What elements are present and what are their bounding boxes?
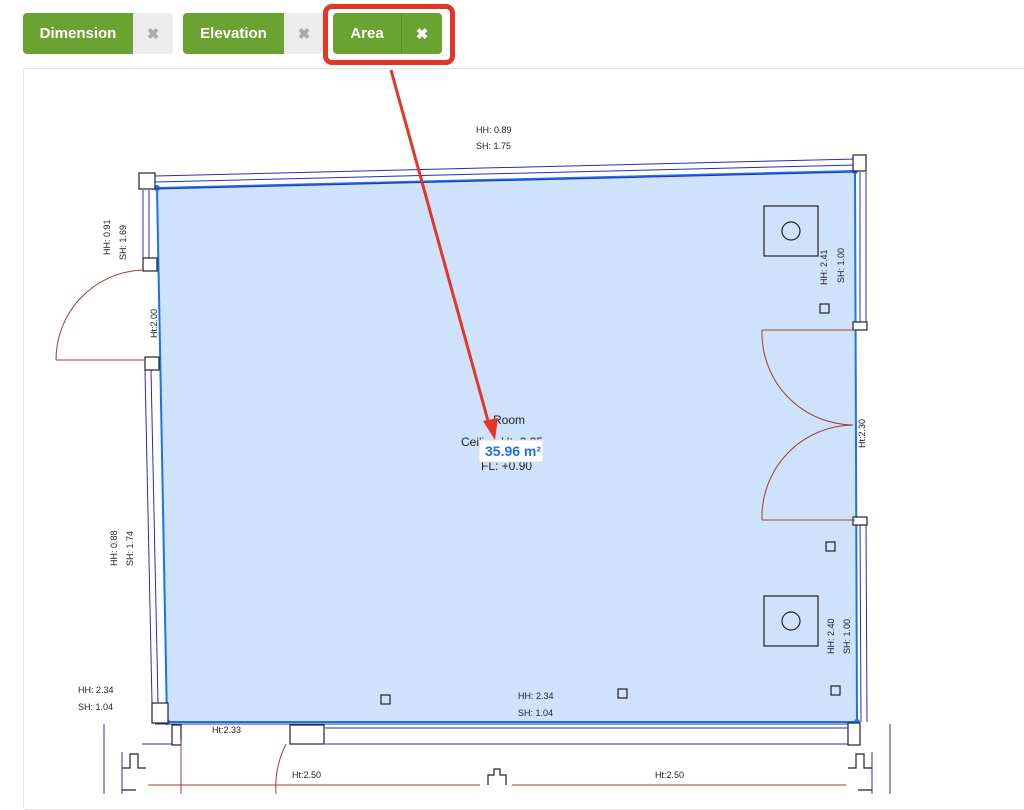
right-upper-window-hh-label: HH: 2.41 [819,249,829,285]
bottom-door-ht-label: Ht:2.33 [212,725,241,735]
bottom-window-hh-label: HH: 2.34 [518,691,554,701]
area-value-label: 35.96 m² [485,443,541,459]
left-door-ht-label: Ht:2.00 [149,309,159,338]
right-upper-window-sh-label: SH: 1.00 [836,248,846,283]
top-window-sh-label: SH: 1.75 [476,141,511,151]
left-window-hh-label: HH: 0.91 [102,219,112,255]
lower-ht-right-label: Ht:2.50 [655,770,684,780]
bottom-left-hh-label: HH: 2.34 [78,685,114,695]
bottom-window-sh-label: SH: 1.04 [518,708,553,718]
left-lower-window-sh-label: SH: 1.74 [125,531,135,566]
floor-plan[interactable]: HH: 0.89 SH: 1.75 HH: 0.91 SH: 1.69 Ht:2… [0,0,1024,794]
left-lower-window-hh-label: HH: 0.88 [109,530,119,566]
bottom-left-sh-label: SH: 1.04 [78,702,113,712]
right-door-ht-label: Ht:2.30 [857,419,867,448]
right-lower-window-sh-label: SH: 1.00 [842,619,852,654]
left-window-sh-label: SH: 1.69 [118,225,128,260]
lower-ht-left-label: Ht:2.50 [292,770,321,780]
top-window-hh-label: HH: 0.89 [476,125,512,135]
right-lower-window-hh-label: HH: 2.40 [826,618,836,654]
room-name-label: Room [493,413,525,427]
